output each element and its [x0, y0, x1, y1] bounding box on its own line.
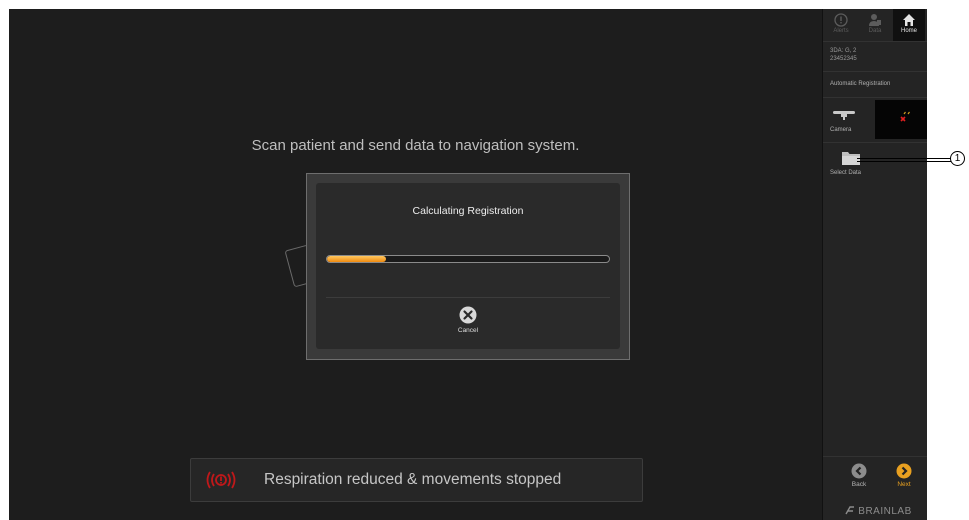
status-bar: Respiration reduced & movements stopped — [190, 458, 643, 502]
home-icon — [903, 14, 915, 26]
brainlab-logo: BRAINLAB — [845, 506, 912, 517]
sidebar-divider — [823, 97, 927, 98]
sidebar-divider — [823, 456, 927, 457]
back-label: Back — [851, 481, 867, 488]
tab-alerts-label: Alerts — [833, 28, 849, 34]
tab-home-label: Home — [900, 28, 917, 34]
tracking-marker-icon — [900, 111, 910, 122]
tab-data[interactable]: Data — [859, 9, 891, 41]
cancel-button[interactable]: Cancel — [443, 306, 493, 342]
chevron-left-icon — [851, 463, 867, 479]
select-data-label: Select Data — [830, 170, 862, 176]
select-data-button[interactable]: Select Data — [830, 146, 880, 181]
alert-icon — [834, 13, 848, 27]
camera-label: Camera — [830, 127, 852, 133]
dialog-panel: Calculating Registration Cancel — [316, 183, 620, 349]
camera-icon — [833, 111, 855, 120]
main-area: Scan patient and send data to navigation… — [9, 9, 822, 520]
back-button[interactable]: Back — [844, 463, 874, 495]
sidebar-divider — [823, 71, 927, 72]
workflow-step: Automatic Registration — [830, 81, 891, 87]
tab-home[interactable]: Home — [893, 9, 925, 41]
dialog-title: Calculating Registration — [412, 205, 524, 217]
callout-line — [857, 158, 951, 162]
cancel-label: Cancel — [457, 327, 479, 334]
tab-alerts[interactable]: Alerts — [825, 9, 857, 41]
next-label: Next — [897, 481, 911, 488]
sidebar: Alerts Data Home 3DA: G, 2 23452345 Auto… — [822, 9, 927, 520]
status-message: Respiration reduced & movements stopped — [264, 471, 562, 488]
data-icon — [869, 14, 881, 26]
progress-bar — [326, 255, 610, 263]
camera-view — [875, 100, 927, 139]
app-screen: Scan patient and send data to navigation… — [9, 9, 927, 520]
progress-dialog: Calculating Registration Cancel — [306, 173, 630, 360]
patient-id: 23452345 — [830, 56, 857, 62]
instruction-text: Scan patient and send data to navigation… — [251, 137, 580, 154]
next-button[interactable]: Next — [889, 463, 919, 495]
camera-button[interactable]: Camera — [830, 106, 870, 140]
chevron-right-icon — [896, 463, 912, 479]
sidebar-divider — [823, 142, 927, 143]
sidebar-divider — [823, 41, 927, 42]
dialog-divider — [326, 297, 610, 298]
tab-data-label: Data — [868, 28, 882, 34]
callout-number: 1 — [950, 151, 965, 166]
progress-fill — [327, 256, 387, 262]
brand-name: BRAINLAB — [858, 506, 912, 517]
brainlab-mark-icon — [845, 506, 854, 515]
patient-name: 3DA: G, 2 — [830, 48, 857, 54]
alert-waves-icon — [206, 471, 236, 489]
x-circle-icon — [459, 306, 477, 324]
